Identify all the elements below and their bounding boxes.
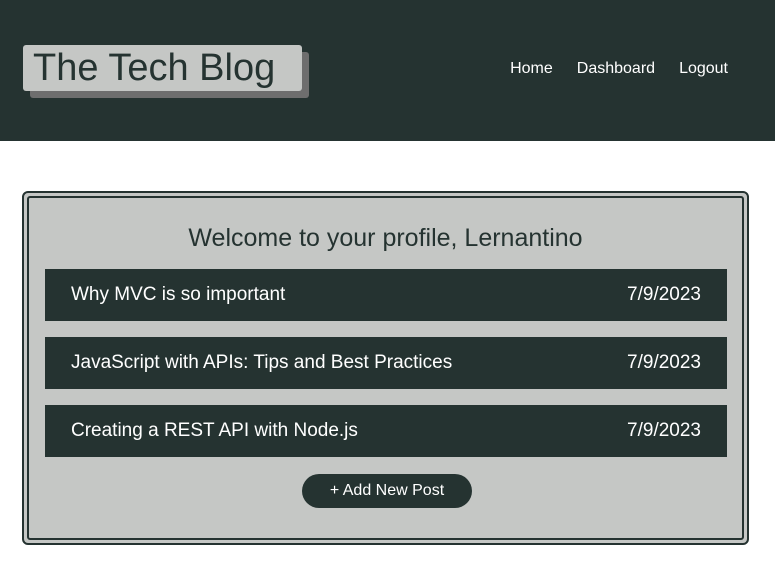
post-title[interactable]: Why MVC is so important xyxy=(71,269,285,321)
site-logo[interactable]: The Tech Blog xyxy=(23,45,302,91)
profile-card-inner: Welcome to your profile, Lernantino Why … xyxy=(27,196,744,540)
post-date: 7/9/2023 xyxy=(627,420,701,441)
nav-home-link[interactable]: Home xyxy=(510,59,553,79)
nav-logout-link[interactable]: Logout xyxy=(679,59,728,79)
add-new-post-button[interactable]: + Add New Post xyxy=(302,474,472,508)
site-header: The Tech Blog Home Dashboard Logout xyxy=(0,0,775,141)
post-title[interactable]: JavaScript with APIs: Tips and Best Prac… xyxy=(71,337,452,389)
post-item[interactable]: Why MVC is so important 7/9/2023 xyxy=(45,269,727,321)
post-date: 7/9/2023 xyxy=(627,352,701,373)
post-item[interactable]: JavaScript with APIs: Tips and Best Prac… xyxy=(45,337,727,389)
welcome-heading: Welcome to your profile, Lernantino xyxy=(188,224,583,252)
logo-wrapper: The Tech Blog xyxy=(23,45,309,98)
post-title[interactable]: Creating a REST API with Node.js xyxy=(71,405,358,457)
nav-dashboard-link[interactable]: Dashboard xyxy=(577,59,655,79)
profile-card: Welcome to your profile, Lernantino Why … xyxy=(22,191,749,545)
post-item[interactable]: Creating a REST API with Node.js 7/9/202… xyxy=(45,405,727,457)
post-date: 7/9/2023 xyxy=(627,284,701,305)
main-nav: Home Dashboard Logout xyxy=(510,59,728,79)
